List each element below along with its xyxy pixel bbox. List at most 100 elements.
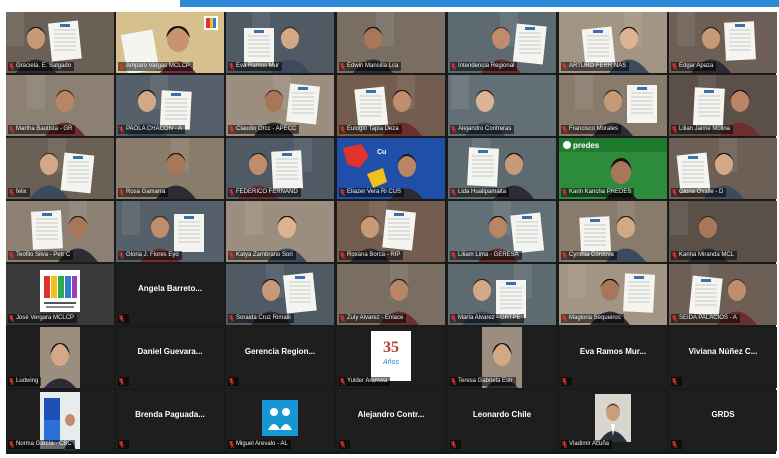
participant-tile-zuly-alvarez-enlace[interactable]: Zuly Alvarez - Enlace (337, 264, 445, 325)
participant-tile-miguel-arevalo-al[interactable]: Miguel Arevalo - AL (226, 390, 334, 451)
participant-tile-daniel-guevara[interactable]: Daniel Guevara... (116, 327, 224, 388)
participant-name-text: PAOLA CHACON - A (126, 126, 182, 132)
participant-tile-rosa-gamarra[interactable]: Rosa Gamarra (116, 138, 224, 199)
participant-tile-karin-kancha-predes[interactable]: predes Karin Kancha PREDES (559, 138, 667, 199)
participant-tile-brenda-paguada[interactable]: Brenda Paguada... (116, 390, 224, 451)
participant-name-text: Martha Bautista - GR (16, 126, 73, 132)
participant-tile-soraida-cruz-rimalli[interactable]: Soraida Cruz Rimalli (226, 264, 334, 325)
participant-tile-alejandro-contreras[interactable]: Alejandro Contreras (448, 75, 556, 136)
participant-name-label: Claudio Orcc - APECC (228, 125, 300, 134)
participant-name-label: ARTURO FERR NAS (561, 62, 630, 71)
participant-tile-gerencia-region[interactable]: Gerencia Region... (226, 327, 334, 388)
participant-name-text: Eulogio Tapia Deza (347, 126, 399, 132)
participant-name-text: Liliam Lima - GERESA (458, 252, 519, 258)
participant-tile-jose-vergara-mclcp[interactable]: José Vergara MCLCP (6, 264, 114, 325)
participant-tile-maria-alvarez-grtpe[interactable]: María Alvarez - GRTPE (448, 264, 556, 325)
participant-tile-edgar-apaza[interactable]: Edgar Apaza (669, 12, 777, 73)
participant-tile-francisco-morales[interactable]: Francisco Morales (559, 75, 667, 136)
muted-mic-icon (672, 378, 677, 385)
muted-mic-icon (672, 252, 677, 259)
muted-mic-icon (451, 441, 456, 448)
participant-name-text: Lida Huallpamaita (458, 189, 507, 195)
participant-tile-eliazer-vera-ri-cus[interactable]: Cu Eliazer Vera Ri CUS (337, 138, 445, 199)
participant-tile-amparo-vargas-mclcp[interactable]: Amparo Vargas MCLCP (116, 12, 224, 73)
participant-tile-graciela-e-salgado[interactable]: Graciela. E. Salgado (6, 12, 114, 73)
participant-tile-eva-ramos-mur[interactable]: Eva Ramos Mur... (559, 327, 667, 388)
participant-tile-teresa-gabriela-estr[interactable]: Teresa Gabriela Estr (448, 327, 556, 388)
muted-mic-icon (9, 441, 14, 448)
participant-name-label: Norma García - CBC (8, 440, 75, 449)
participant-tile-vladimir-acuna[interactable]: Vladimir Acuña (559, 390, 667, 451)
participant-name-label (118, 440, 129, 449)
participant-name-label: Karina Miranda MCL (671, 251, 738, 260)
participant-name-text: Edwin Mansilla Lca (347, 63, 399, 69)
participant-tile-katya-zambrano-sori[interactable]: Katya Zambrano Sori (226, 201, 334, 262)
participant-tile-ludwing[interactable]: Ludwing (6, 327, 114, 388)
participant-name-label: Katya Zambrano Sori (228, 251, 296, 260)
muted-mic-icon (119, 63, 124, 70)
participant-tile-eulogio-tapia-deza[interactable]: Eulogio Tapia Deza (337, 75, 445, 136)
muted-mic-icon (9, 126, 14, 133)
participant-name-text: Gloria J. Flores Eyo (126, 252, 179, 258)
participant-tile-federico-fernand[interactable]: FEDERICO FERNAND (226, 138, 334, 199)
participant-tile-gloria-ovalle-d[interactable]: Gloria Ovalle - D (669, 138, 777, 199)
participant-tile-alejandro-contr[interactable]: Alejandro Contr... (337, 390, 445, 451)
top-accent-bar (180, 0, 779, 7)
muted-mic-icon (340, 189, 345, 196)
participant-tile-lida-huallpamaita[interactable]: Lida Huallpamaita (448, 138, 556, 199)
participant-tile-leonardo-chile[interactable]: Leonardo Chile (448, 390, 556, 451)
participant-name-label (228, 377, 239, 386)
participant-tile-liliam-lima-geresa[interactable]: Liliam Lima - GERESA (448, 201, 556, 262)
muted-mic-icon (340, 252, 345, 259)
participant-name-label: Gloria Ovalle - D (671, 188, 727, 197)
muted-mic-icon (672, 441, 677, 448)
participant-tile-martha-bautista-gr[interactable]: Martha Bautista - GR (6, 75, 114, 136)
muted-mic-icon (562, 315, 567, 322)
muted-mic-icon (229, 252, 234, 259)
participant-name-label: José Vergara MCLCP (8, 314, 78, 323)
participant-tile-paola-chacon-a[interactable]: PAOLA CHACON - A (116, 75, 224, 136)
participant-name-label: María Alvarez - GRTPE (450, 314, 524, 323)
participant-tile-eva-ramos-mur[interactable]: Eva Ramos Mur (226, 12, 334, 73)
participant-name-text: Eva Ramos Mur (236, 63, 280, 69)
participant-tile-cynthia-cordova[interactable]: Cynthia Córdova (559, 201, 667, 262)
participant-name-label (450, 440, 461, 449)
participant-tile-magloria-sequeiros[interactable]: Magloria Sequeiros (559, 264, 667, 325)
participant-name-label: Magloria Sequeiros (561, 314, 624, 323)
muted-mic-icon (229, 63, 234, 70)
participant-tile-angela-barreto[interactable]: Angela Barreto... (116, 264, 224, 325)
participant-tile-roxana-borca-rip[interactable]: Roxana Borca - RIP (337, 201, 445, 262)
participant-name-label: Edgar Apaza (671, 62, 717, 71)
muted-mic-icon (562, 63, 567, 70)
participant-name-label: Zuly Alvarez - Enlace (339, 314, 407, 323)
participant-tile-edwin-mansilla-lca[interactable]: Edwin Mansilla Lca (337, 12, 445, 73)
participant-tile-lilian-jaime-molina[interactable]: Lilian Jaime Molina (669, 75, 777, 136)
participant-name-label (118, 314, 129, 323)
participant-tile-viviana-nunez-c[interactable]: Viviana Núñez C... (669, 327, 777, 388)
muted-mic-icon (451, 315, 456, 322)
participant-name-label: Rosa Gamarra (118, 188, 169, 197)
participant-name-text: Katya Zambrano Sori (236, 252, 293, 258)
participant-tile-norma-garcia-cbc[interactable]: Norma García - CBC (6, 390, 114, 451)
muted-mic-icon (672, 189, 677, 196)
participant-name-label: PAOLA CHACON - A (118, 125, 185, 134)
participant-tile-claudio-orcc-apecc[interactable]: Claudio Orcc - APECC (226, 75, 334, 136)
participant-name-label (671, 377, 682, 386)
participant-tile-intendencia-regional[interactable]: Intendencia Regional (448, 12, 556, 73)
muted-mic-icon (9, 189, 14, 196)
participant-name-label: Alejandro Contreras (450, 125, 515, 134)
participant-name-label: Martha Bautista - GR (8, 125, 76, 134)
participant-tile-grds[interactable]: GRDS (669, 390, 777, 451)
participant-tile-seida-palacios-a[interactable]: SEIDA PALACIOS - A (669, 264, 777, 325)
muted-mic-icon (451, 378, 456, 385)
participant-name-text: Karina Miranda MCL (679, 252, 735, 258)
participant-tile-yulder-aramwa[interactable]: 35 Años Yulder Aramwa (337, 327, 445, 388)
muted-mic-icon (229, 315, 234, 322)
participant-tile-felix[interactable]: felix (6, 138, 114, 199)
participant-tile-karina-miranda-mcl[interactable]: Karina Miranda MCL (669, 201, 777, 262)
participant-name-label: Eulogio Tapia Deza (339, 125, 402, 134)
participant-tile-arturo-ferr-nas[interactable]: ARTURO FERR NAS (559, 12, 667, 73)
participant-tile-teofilo-silva-petr-c[interactable]: Teofilo Silva - Petr C (6, 201, 114, 262)
participant-tile-gloria-j-flores-eyo[interactable]: Gloria J. Flores Eyo (116, 201, 224, 262)
participant-name-text: felix (16, 189, 27, 195)
